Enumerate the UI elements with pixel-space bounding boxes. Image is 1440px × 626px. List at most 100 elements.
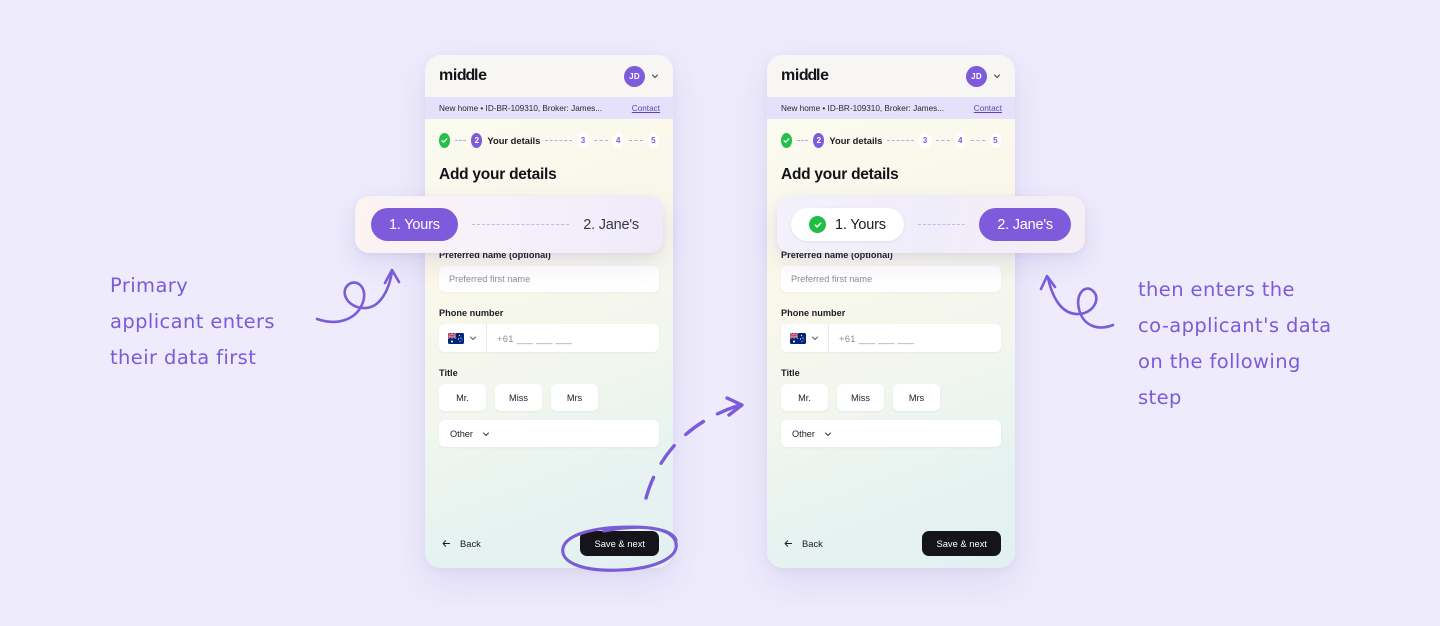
title-option-mrs[interactable]: Mrs xyxy=(893,384,940,411)
account-menu[interactable]: JD xyxy=(966,65,1002,87)
title-option-other[interactable]: Other xyxy=(781,420,1001,447)
applicant-tab-yours[interactable]: 1. Yours xyxy=(791,208,904,241)
step-4[interactable]: 4 xyxy=(954,133,966,148)
step-2-label: Your details xyxy=(829,135,883,146)
chevron-down-icon[interactable] xyxy=(992,71,1002,81)
title-option-other[interactable]: Other xyxy=(439,420,659,447)
phone-number-input[interactable]: +61 ___ ___ ___ xyxy=(439,324,659,352)
phone-body-right: 2 Your details 3 4 5 Add your details Pr… xyxy=(767,119,1015,568)
back-label: Back xyxy=(460,538,481,549)
step-divider xyxy=(455,140,467,141)
step-4[interactable]: 4 xyxy=(612,133,624,148)
title-option-mr[interactable]: Mr. xyxy=(439,384,486,411)
title-label: Title xyxy=(439,368,458,378)
phone-mask: ___ ___ ___ xyxy=(516,332,573,344)
canvas: middle JD New home • ID-BR-109310, Broke… xyxy=(0,0,1440,626)
annotation-left-note: Primary applicant enters their data firs… xyxy=(110,274,275,369)
applicant-tab-yours[interactable]: 1. Yours xyxy=(371,208,458,241)
preferred-name-input[interactable]: Preferred first name xyxy=(781,266,1001,292)
chevron-down-icon[interactable] xyxy=(650,71,660,81)
chevron-down-icon xyxy=(824,432,831,436)
application-context-bar: New home • ID-BR-109310, Broker: James..… xyxy=(425,97,673,119)
step-divider xyxy=(887,140,915,141)
check-icon xyxy=(441,138,448,143)
phone-number-label: Phone number xyxy=(781,308,846,318)
step-3[interactable]: 3 xyxy=(919,133,931,148)
step-2-label: Your details xyxy=(487,135,541,146)
application-summary: New home • ID-BR-109310, Broker: James..… xyxy=(439,103,603,113)
preferred-name-placeholder: Preferred first name xyxy=(791,274,873,284)
logo-part-2: le xyxy=(816,67,829,84)
title-option-miss[interactable]: Miss xyxy=(837,384,884,411)
phone-number-placeholder: +61 ___ ___ ___ xyxy=(487,333,572,344)
back-label: Back xyxy=(802,538,823,549)
app-logo: middle xyxy=(439,67,487,85)
toggle-divider xyxy=(917,224,966,225)
applicant-tab-janes[interactable]: 2. Jane's xyxy=(979,208,1071,241)
logo-part-2: le xyxy=(474,67,487,84)
chevron-down-icon[interactable] xyxy=(468,333,478,343)
applicant-toggle-right: 1. Yours 2. Jane's xyxy=(777,196,1085,253)
phone-number-group: Phone number +61 ___ ___ ___ xyxy=(439,308,659,352)
save-and-next-button[interactable]: Save & next xyxy=(580,531,659,556)
step-divider xyxy=(628,140,643,141)
australia-flag-icon xyxy=(790,332,806,344)
country-code-selector[interactable] xyxy=(439,324,487,352)
step-5[interactable]: 5 xyxy=(647,133,659,148)
curved-arrow-up-right-icon xyxy=(315,268,401,324)
preferred-name-placeholder: Preferred first name xyxy=(449,274,531,284)
save-and-next-button[interactable]: Save & next xyxy=(922,531,1001,556)
applicant-tab-janes[interactable]: 2. Jane's xyxy=(583,217,645,233)
step-progress: 2 Your details 3 4 5 xyxy=(439,119,659,148)
toggle-divider xyxy=(471,224,570,225)
title-option-mr[interactable]: Mr. xyxy=(781,384,828,411)
check-icon xyxy=(814,222,821,228)
app-logo: middle xyxy=(781,67,829,85)
contact-link[interactable]: Contact xyxy=(632,104,660,113)
title-group: Title Mr. Miss Mrs Other xyxy=(781,368,1001,447)
phone-number-input[interactable]: +61 ___ ___ ___ xyxy=(781,324,1001,352)
title-label: Title xyxy=(781,368,800,378)
phone-number-placeholder: +61 ___ ___ ___ xyxy=(829,333,914,344)
check-icon xyxy=(783,138,790,143)
logo-part-dd: dd xyxy=(456,67,475,84)
avatar[interactable]: JD xyxy=(966,65,987,87)
step-2-current[interactable]: 2 xyxy=(813,133,825,148)
step-divider xyxy=(797,140,809,141)
avatar[interactable]: JD xyxy=(624,65,645,87)
step-1-completed[interactable] xyxy=(439,133,451,148)
phone-number-group: Phone number +61 ___ ___ ___ xyxy=(781,308,1001,352)
title-option-mrs[interactable]: Mrs xyxy=(551,384,598,411)
phone-prefix: +61 xyxy=(839,332,856,344)
country-code-selector[interactable] xyxy=(781,324,829,352)
australia-flag-icon xyxy=(448,332,464,344)
app-topbar: middle JD xyxy=(767,55,1015,97)
preferred-name-input[interactable]: Preferred first name xyxy=(439,266,659,292)
step-1-completed[interactable] xyxy=(781,133,793,148)
step-divider xyxy=(593,140,608,141)
phone-card-left: middle JD New home • ID-BR-109310, Broke… xyxy=(425,55,673,568)
applicant-tab-yours-label: 1. Yours xyxy=(835,216,886,233)
back-button[interactable]: Back xyxy=(781,534,825,553)
application-summary: New home • ID-BR-109310, Broker: James..… xyxy=(781,103,945,113)
chevron-down-icon[interactable] xyxy=(810,333,820,343)
step-divider xyxy=(970,140,985,141)
step-5[interactable]: 5 xyxy=(989,133,1001,148)
phone-mask: ___ ___ ___ xyxy=(858,332,915,344)
step-3[interactable]: 3 xyxy=(577,133,589,148)
title-option-miss[interactable]: Miss xyxy=(495,384,542,411)
curved-arrow-up-left-icon xyxy=(1039,274,1115,329)
logo-part-1: mi xyxy=(781,67,799,84)
logo-part-dd: dd xyxy=(798,67,817,84)
contact-link[interactable]: Contact xyxy=(974,104,1002,113)
annotation-right-note: then enters the co-applicant's data on t… xyxy=(1138,278,1332,409)
page-title: Add your details xyxy=(781,166,899,183)
step-2-current[interactable]: 2 xyxy=(471,133,483,148)
step-progress: 2 Your details 3 4 5 xyxy=(781,119,1001,148)
preferred-name-group: Preferred name (optional) Preferred firs… xyxy=(781,250,1001,292)
arrow-left-icon xyxy=(784,540,793,547)
account-menu[interactable]: JD xyxy=(624,65,660,87)
back-button[interactable]: Back xyxy=(439,534,483,553)
step-divider xyxy=(545,140,573,141)
phone-card-right: middle JD New home • ID-BR-109310, Broke… xyxy=(767,55,1015,568)
